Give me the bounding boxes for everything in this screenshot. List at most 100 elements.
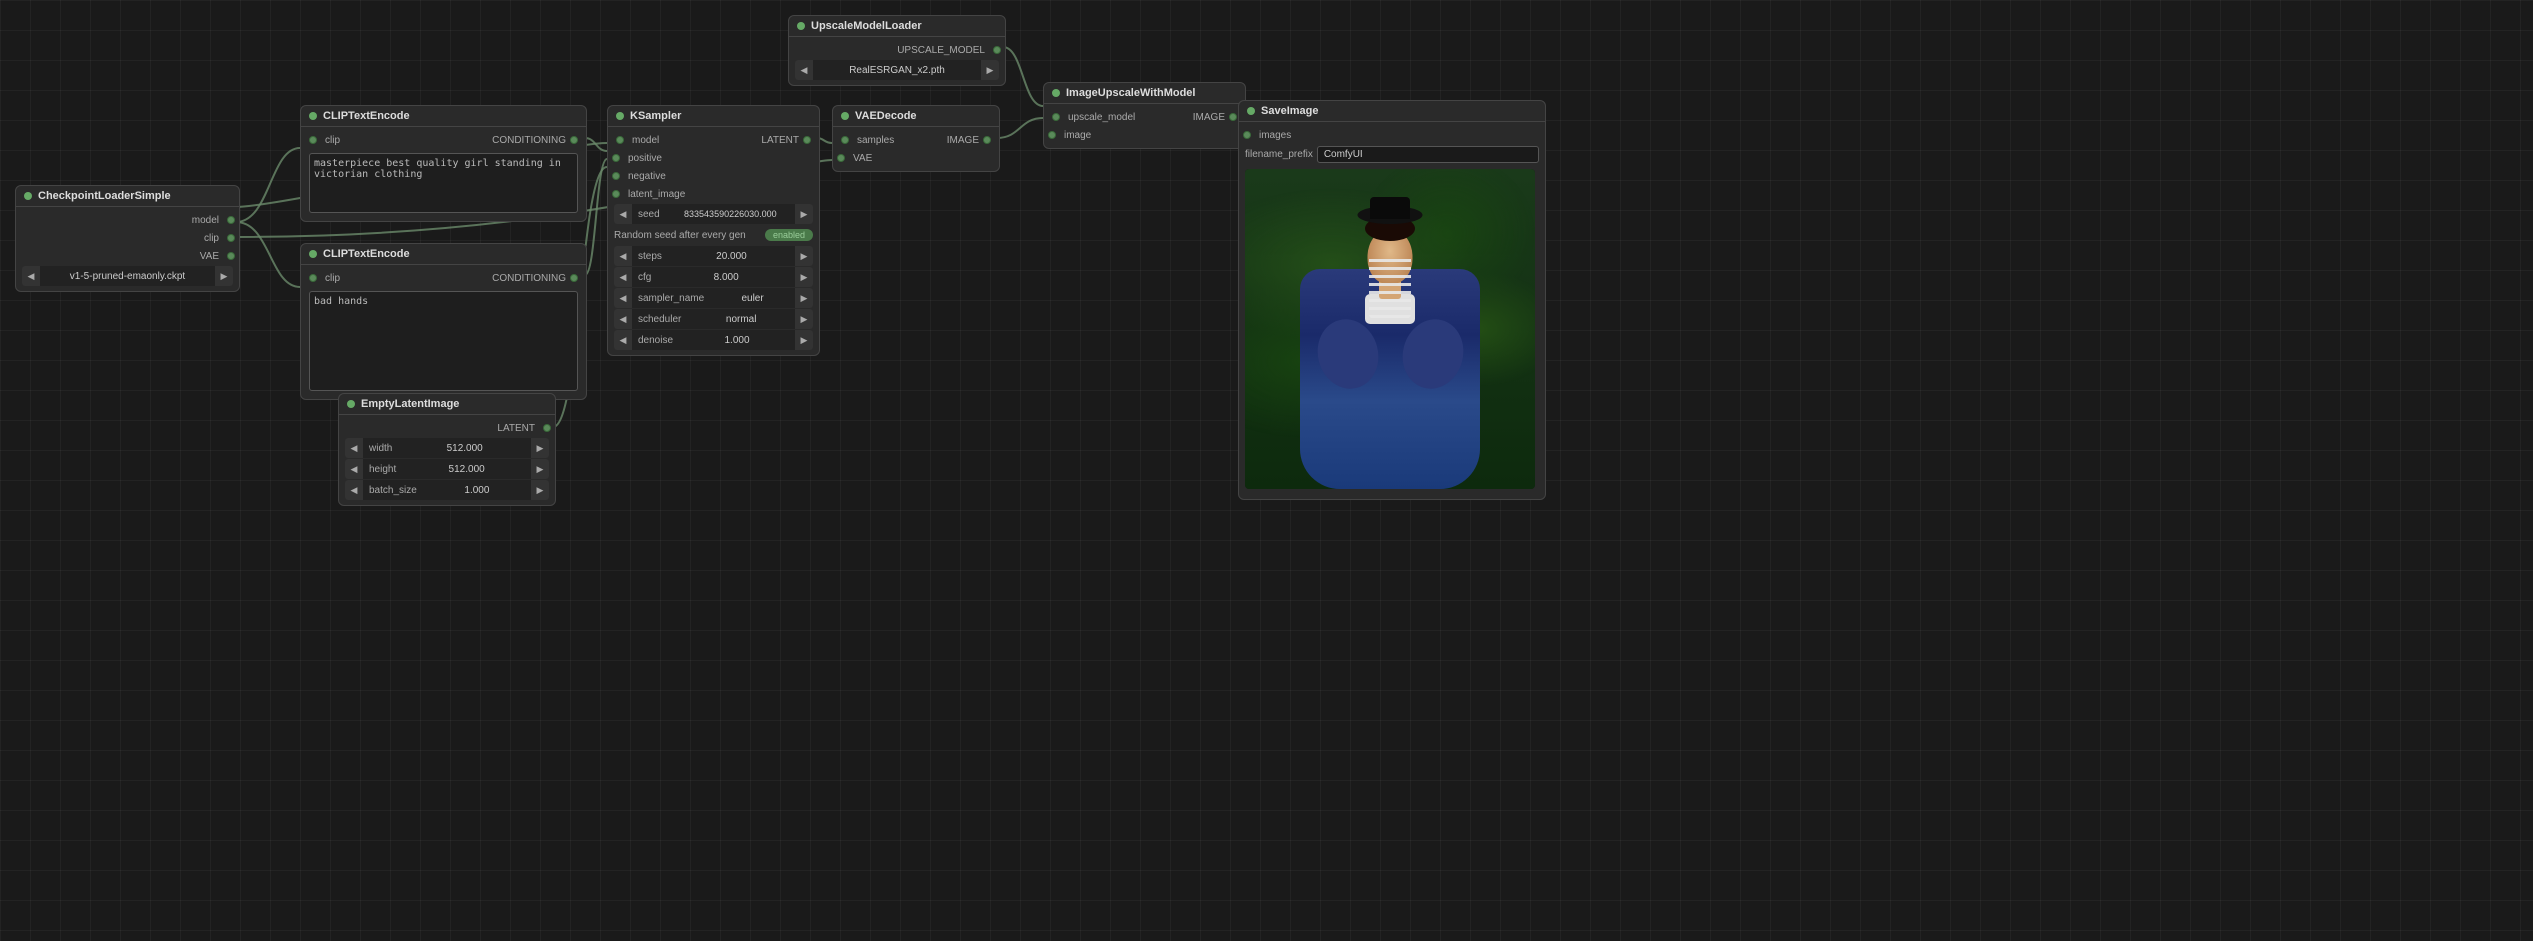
denoise-prev-btn[interactable]: ◀ — [614, 330, 632, 350]
batch-size-next-btn[interactable]: ▶ — [531, 480, 549, 500]
latent-output-label: LATENT — [347, 423, 539, 434]
seed-prev-btn[interactable]: ◀ — [614, 204, 632, 224]
ckpt-name-value: v1-5-pruned-emaonly.ckpt — [40, 271, 215, 282]
denoise-next-btn[interactable]: ▶ — [795, 330, 813, 350]
steps-prev-btn[interactable]: ◀ — [614, 246, 632, 266]
scheduler-label: scheduler — [632, 314, 687, 325]
model-name-prev-btn[interactable]: ◀ — [795, 60, 813, 80]
vae-output-row: VAE — [16, 247, 239, 265]
steps-value: 20.000 — [668, 251, 795, 262]
filename-prefix-value[interactable]: ComfyUI — [1317, 146, 1539, 163]
clip-output-port[interactable] — [227, 234, 235, 242]
latent-output-row: LATENT — [339, 419, 555, 437]
conditioning-neg-output-port[interactable] — [570, 274, 578, 282]
image-upscale-body: upscale_model IMAGE image — [1044, 104, 1245, 148]
clip-text-encode-neg-body: clip CONDITIONING bad hands — [301, 265, 586, 399]
steps-next-btn[interactable]: ▶ — [795, 246, 813, 266]
ksampler-node: KSampler model LATENT positive negative — [607, 105, 820, 356]
image-upscale-image-output-port[interactable] — [1229, 113, 1237, 121]
vae-decode-samples-port[interactable] — [841, 136, 849, 144]
empty-latent-image-title: EmptyLatentImage — [361, 398, 459, 410]
model-name-next-btn[interactable]: ▶ — [981, 60, 999, 80]
cfg-prev-btn[interactable]: ◀ — [614, 267, 632, 287]
ksampler-latent-output-port[interactable] — [803, 136, 811, 144]
height-row: ◀ height 512.000 ▶ — [345, 459, 549, 479]
image-upscale-title: ImageUpscaleWithModel — [1066, 87, 1195, 99]
scheduler-next-btn[interactable]: ▶ — [795, 309, 813, 329]
clip-text-neg-area[interactable]: bad hands — [309, 291, 578, 391]
clip-pos-input-port[interactable] — [309, 136, 317, 144]
ksampler-latent-input-row: latent_image — [608, 185, 819, 203]
upscale-model-output-row: UPSCALE_MODEL — [789, 41, 1005, 59]
seed-next-btn[interactable]: ▶ — [795, 204, 813, 224]
width-value: 512.000 — [398, 443, 531, 454]
vae-decode-image-output-label: IMAGE — [947, 135, 979, 146]
clip-conditioning-row: clip CONDITIONING — [301, 131, 586, 149]
sampler-name-prev-btn[interactable]: ◀ — [614, 288, 632, 308]
width-next-btn[interactable]: ▶ — [531, 438, 549, 458]
ksampler-positive-row: positive — [608, 149, 819, 167]
image-upscale-image-input-port[interactable] — [1048, 131, 1056, 139]
width-label: width — [363, 443, 398, 454]
sampler-name-next-btn[interactable]: ▶ — [795, 288, 813, 308]
seed-value: 833543590226030.000 — [666, 209, 795, 219]
ksampler-latent-input-port[interactable] — [612, 190, 620, 198]
vae-output-port[interactable] — [227, 252, 235, 260]
checkpoint-loader-title: CheckpointLoaderSimple — [38, 190, 171, 202]
image-upscale-model-input-port[interactable] — [1052, 113, 1060, 121]
ckpt-name-prev-btn[interactable]: ◀ — [22, 266, 40, 286]
width-prev-btn[interactable]: ◀ — [345, 438, 363, 458]
seed-label: seed — [632, 209, 666, 220]
ksampler-latent-input-label: latent_image — [628, 189, 685, 200]
height-value: 512.000 — [402, 464, 531, 475]
clip-text-pos-area[interactable]: masterpiece best quality girl standing i… — [309, 153, 578, 213]
upscale-model-loader-header: UpscaleModelLoader — [789, 16, 1005, 37]
save-image-body: images filename_prefix ComfyUI — [1239, 122, 1545, 499]
ckpt-name-row: ◀ v1-5-pruned-emaonly.ckpt ▶ — [22, 266, 233, 286]
height-next-btn[interactable]: ▶ — [531, 459, 549, 479]
vae-output-label: VAE — [24, 251, 223, 262]
scheduler-prev-btn[interactable]: ◀ — [614, 309, 632, 329]
cfg-next-btn[interactable]: ▶ — [795, 267, 813, 287]
vae-decode-title: VAEDecode — [855, 110, 917, 122]
seed-mode-value[interactable]: enabled — [765, 229, 813, 241]
clip-text-encode-pos-dot — [309, 112, 317, 120]
vae-decode-node: VAEDecode samples IMAGE VAE — [832, 105, 1000, 172]
ksampler-model-input-port[interactable] — [616, 136, 624, 144]
height-label: height — [363, 464, 402, 475]
seed-mode-label: Random seed after every gen — [614, 230, 746, 241]
ksampler-negative-port[interactable] — [612, 172, 620, 180]
vae-decode-vae-port[interactable] — [837, 154, 845, 162]
image-upscale-node: ImageUpscaleWithModel upscale_model IMAG… — [1043, 82, 1246, 149]
checkpoint-loader-header: CheckpointLoaderSimple — [16, 186, 239, 207]
ckpt-name-next-btn[interactable]: ▶ — [215, 266, 233, 286]
vae-decode-body: samples IMAGE VAE — [833, 127, 999, 171]
cfg-row: ◀ cfg 8.000 ▶ — [614, 267, 813, 287]
height-prev-btn[interactable]: ◀ — [345, 459, 363, 479]
clip-output-row: clip — [16, 229, 239, 247]
model-output-port[interactable] — [227, 216, 235, 224]
clip-text-encode-pos-header: CLIPTextEncode — [301, 106, 586, 127]
save-image-title: SaveImage — [1261, 105, 1318, 117]
vae-decode-image-output-port[interactable] — [983, 136, 991, 144]
checkpoint-loader-body: model clip VAE ◀ v1-5-pruned-emaonly.ckp… — [16, 207, 239, 291]
ksampler-dot — [616, 112, 624, 120]
connections-layer — [0, 0, 300, 150]
clip-neg-input-port[interactable] — [309, 274, 317, 282]
victorian-girl-image — [1245, 169, 1535, 489]
empty-latent-image-header: EmptyLatentImage — [339, 394, 555, 415]
clip-neg-input-label: clip — [325, 273, 340, 284]
save-image-header: SaveImage — [1239, 101, 1545, 122]
batch-size-prev-btn[interactable]: ◀ — [345, 480, 363, 500]
save-image-preview — [1245, 169, 1535, 489]
model-output-label: model — [24, 215, 223, 226]
save-image-images-port[interactable] — [1243, 131, 1251, 139]
ksampler-positive-port[interactable] — [612, 154, 620, 162]
batch-size-label: batch_size — [363, 485, 423, 496]
clip-output-label: clip — [24, 233, 223, 244]
upscale-model-output-port[interactable] — [993, 46, 1001, 54]
clip-pos-input-label: clip — [325, 135, 340, 146]
latent-output-port[interactable] — [543, 424, 551, 432]
conditioning-pos-output-port[interactable] — [570, 136, 578, 144]
ksampler-io-row: model LATENT — [608, 131, 819, 149]
